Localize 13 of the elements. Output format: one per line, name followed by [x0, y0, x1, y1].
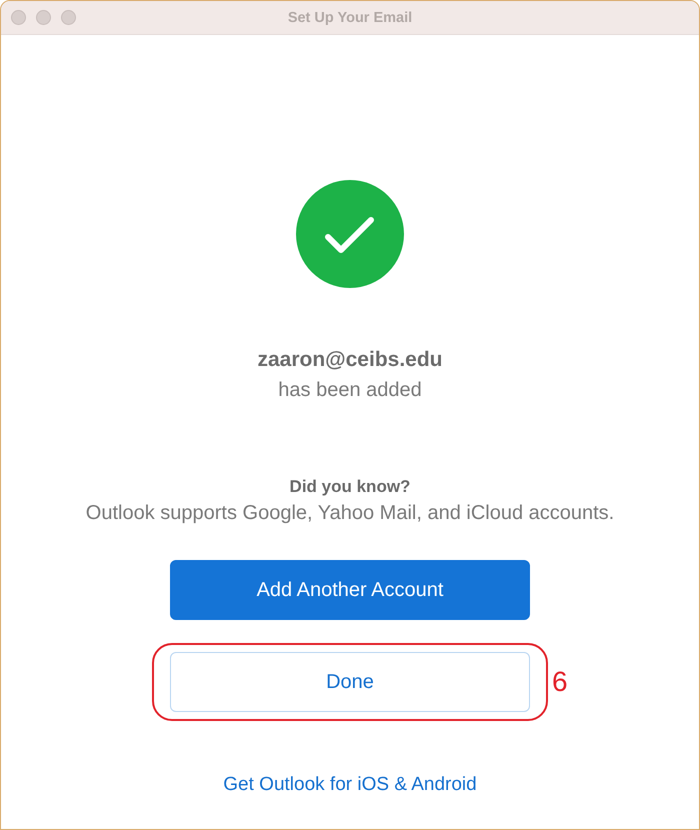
close-icon[interactable] [11, 10, 26, 25]
added-message: has been added [278, 378, 422, 403]
add-account-button[interactable]: Add Another Account [170, 560, 530, 620]
account-email: zaaron@ceibs.edu [257, 347, 443, 373]
window-title: Set Up Your Email [288, 10, 412, 26]
tip-heading: Did you know? [290, 476, 410, 498]
done-button[interactable]: Done [170, 652, 530, 712]
zoom-icon[interactable] [61, 10, 76, 25]
tip-text: Outlook supports Google, Yahoo Mail, and iCloud accounts. [86, 501, 614, 526]
checkmark-circle-icon [296, 180, 404, 288]
get-mobile-app-link[interactable]: Get Outlook for iOS & Android [223, 773, 477, 797]
minimize-icon[interactable] [36, 10, 51, 25]
callout-number: 6 [552, 666, 568, 698]
